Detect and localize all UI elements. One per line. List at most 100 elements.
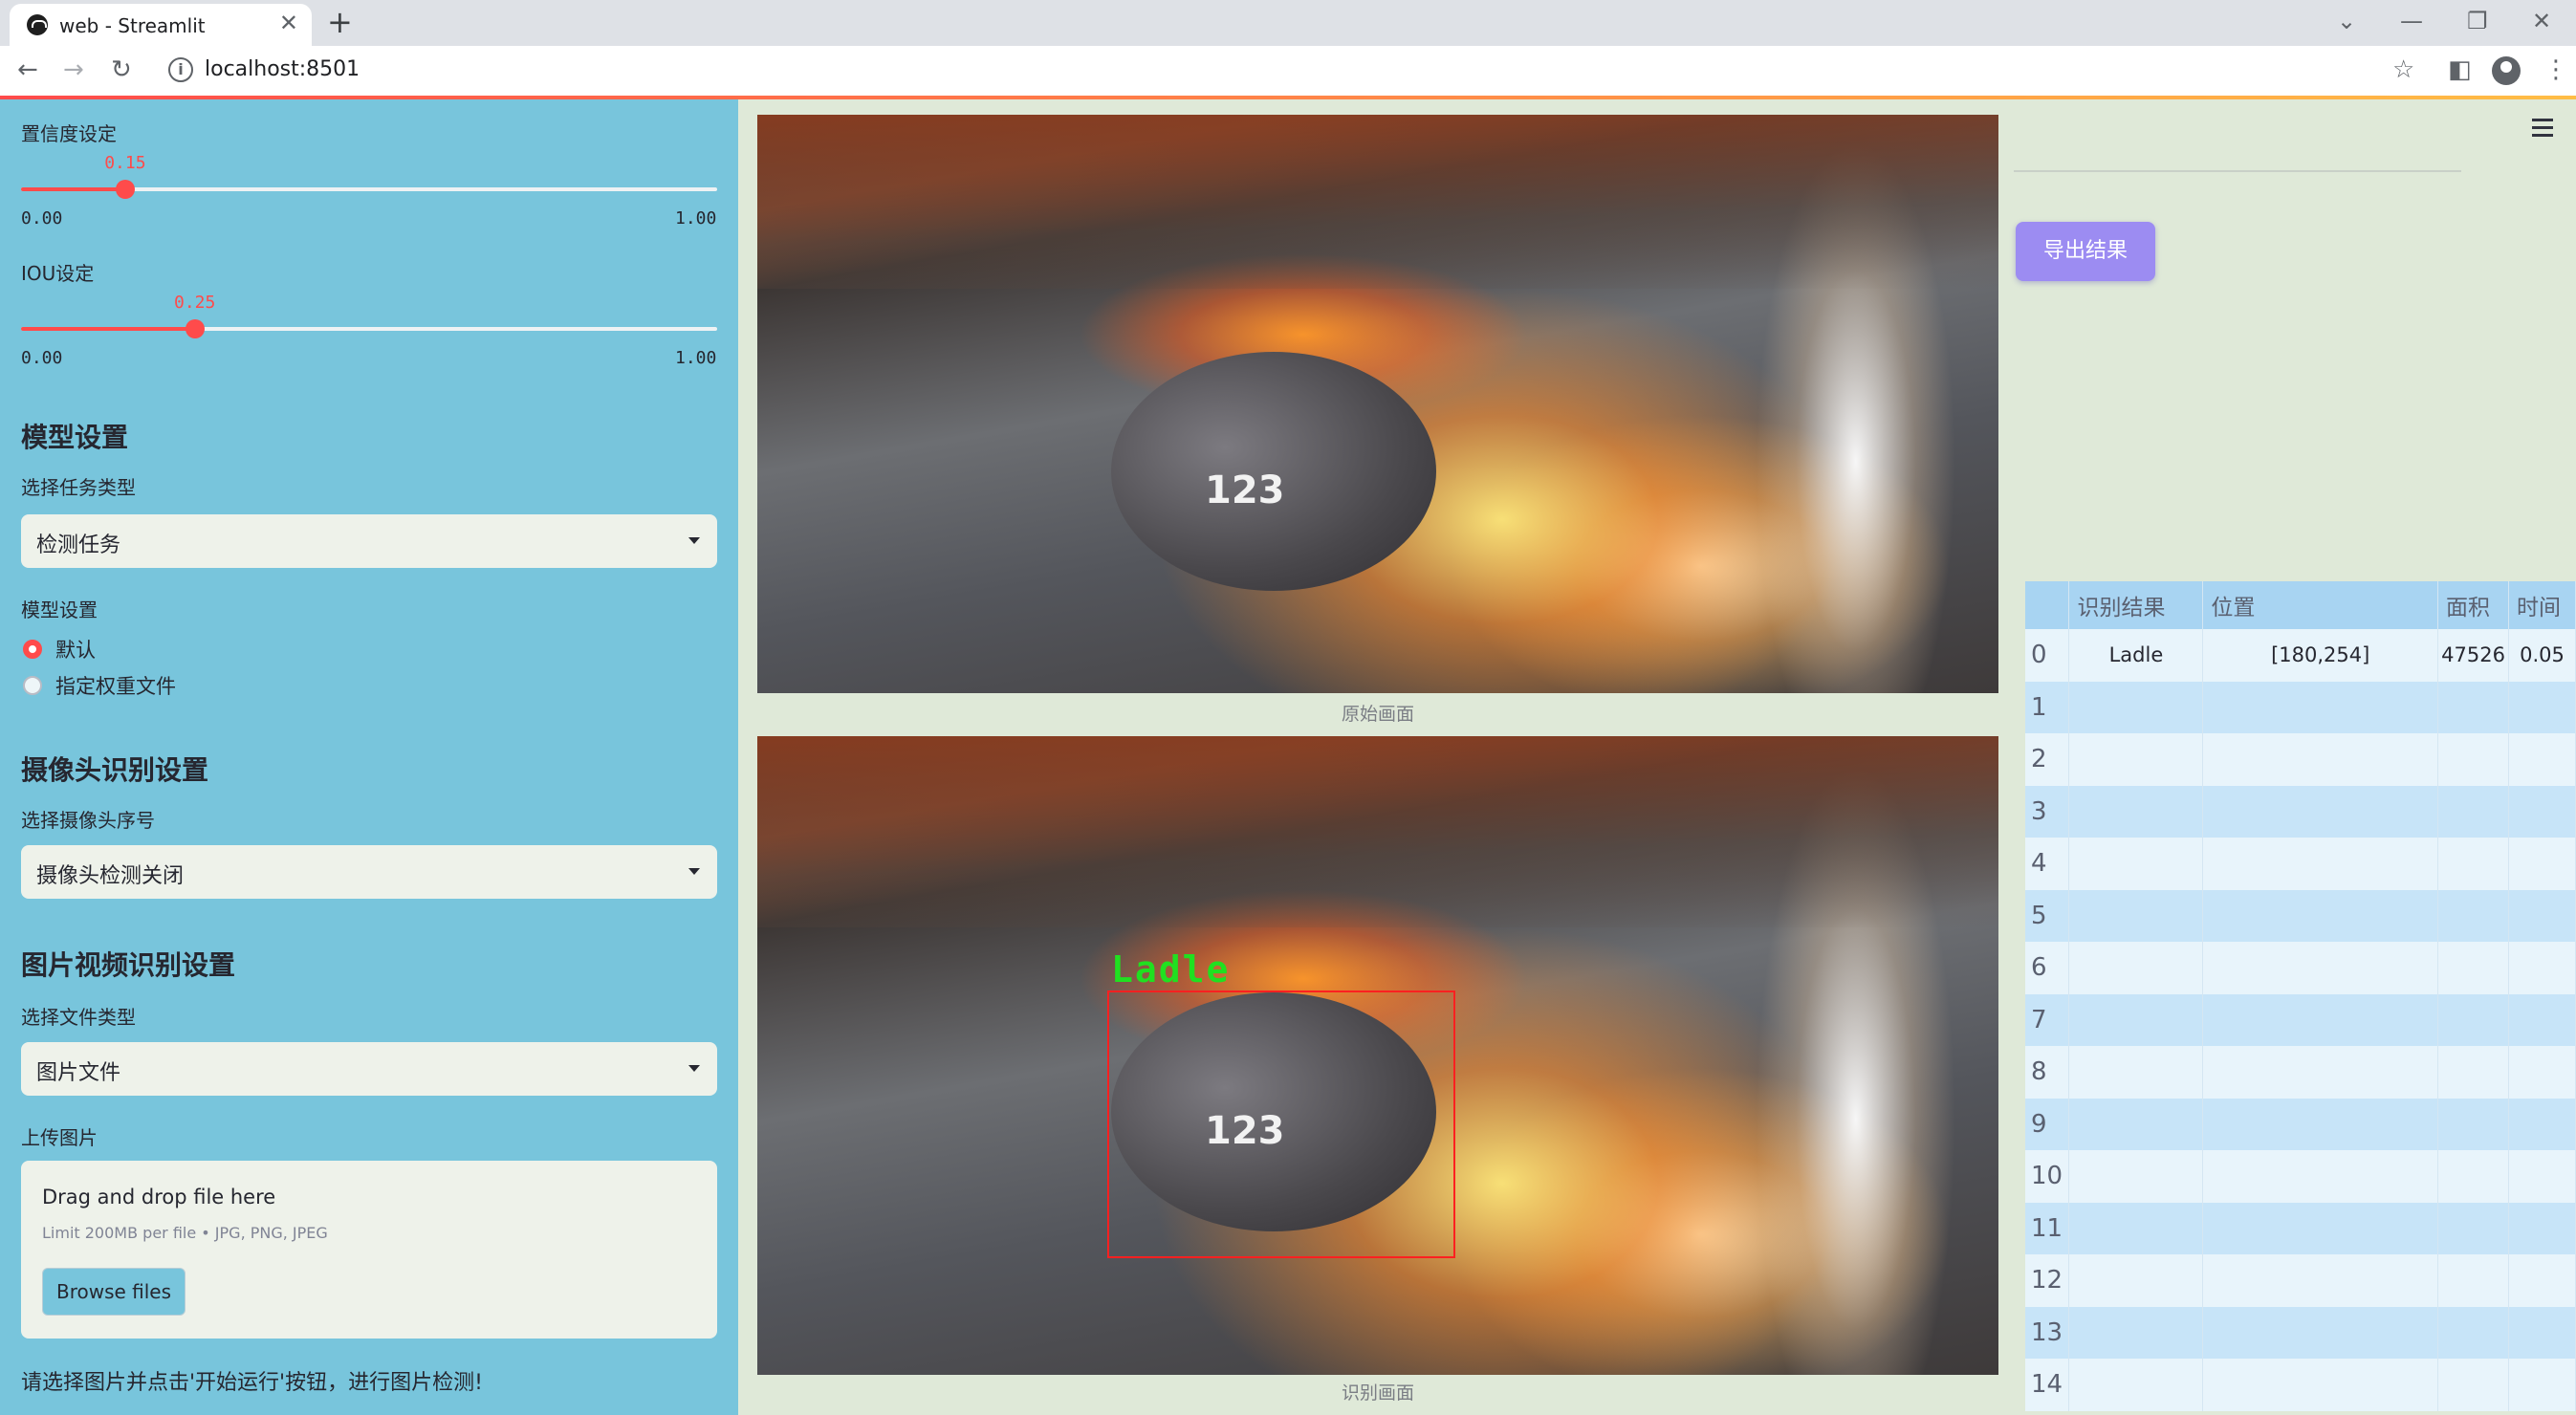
- column-header-area[interactable]: 面积: [2437, 581, 2510, 629]
- file-type-select[interactable]: 图片文件: [21, 1042, 717, 1096]
- cell-position[interactable]: [2202, 1046, 2439, 1099]
- cell-area[interactable]: [2437, 785, 2510, 838]
- cell-result[interactable]: [2068, 1254, 2204, 1307]
- export-results-button[interactable]: 导出结果: [2016, 222, 2155, 281]
- window-close-icon[interactable]: ✕: [2532, 8, 2551, 34]
- minimize-icon[interactable]: —: [2400, 8, 2423, 34]
- file-uploader-dropzone[interactable]: Drag and drop file here Limit 200MB per …: [21, 1161, 717, 1339]
- cell-result[interactable]: [2068, 1150, 2204, 1203]
- cell-position[interactable]: [2202, 889, 2439, 942]
- cell-result[interactable]: [2068, 942, 2204, 994]
- cell-position[interactable]: [180,254]: [2202, 629, 2439, 682]
- cell-index[interactable]: 12: [2025, 1254, 2070, 1307]
- cell-time[interactable]: [2508, 1202, 2576, 1254]
- cell-area[interactable]: [2437, 1046, 2510, 1099]
- cell-index[interactable]: 1: [2025, 681, 2070, 733]
- cell-time[interactable]: [2508, 785, 2576, 838]
- new-tab-icon[interactable]: +: [327, 5, 353, 39]
- radio-unselected-icon[interactable]: [23, 676, 42, 695]
- cell-index[interactable]: 6: [2025, 942, 2070, 994]
- cell-area[interactable]: [2437, 1359, 2510, 1411]
- cell-result[interactable]: [2068, 1306, 2204, 1359]
- cell-position[interactable]: [2202, 1098, 2439, 1150]
- browser-tab[interactable]: web - Streamlit ✕: [10, 4, 312, 46]
- confidence-slider[interactable]: [21, 180, 717, 199]
- table-row[interactable]: 12: [2025, 1254, 2576, 1307]
- table-row[interactable]: 6: [2025, 942, 2576, 994]
- tab-close-icon[interactable]: ✕: [279, 11, 298, 34]
- table-row[interactable]: 3: [2025, 785, 2576, 838]
- cell-result[interactable]: [2068, 681, 2204, 733]
- cell-index[interactable]: 10: [2025, 1150, 2070, 1203]
- cell-time[interactable]: [2508, 1306, 2576, 1359]
- cell-area[interactable]: 47526: [2437, 629, 2510, 682]
- table-row[interactable]: 10: [2025, 1150, 2576, 1203]
- cell-position[interactable]: [2202, 993, 2439, 1046]
- cell-area[interactable]: [2437, 942, 2510, 994]
- cell-area[interactable]: [2437, 681, 2510, 733]
- cell-index[interactable]: 11: [2025, 1202, 2070, 1254]
- column-header-position[interactable]: 位置: [2202, 581, 2439, 629]
- cell-result[interactable]: [2068, 733, 2204, 786]
- browser-menu-icon[interactable]: ⋮: [2543, 55, 2568, 84]
- cell-time[interactable]: [2508, 1046, 2576, 1099]
- cell-index[interactable]: 9: [2025, 1098, 2070, 1150]
- cell-result[interactable]: [2068, 838, 2204, 890]
- back-icon[interactable]: ←: [17, 55, 38, 84]
- table-row[interactable]: 8: [2025, 1046, 2576, 1099]
- cell-result[interactable]: [2068, 1359, 2204, 1411]
- site-info-icon[interactable]: i: [168, 57, 193, 82]
- side-panel-icon[interactable]: ◧: [2448, 55, 2472, 84]
- reload-icon[interactable]: ↻: [111, 55, 132, 84]
- cell-position[interactable]: [2202, 733, 2439, 786]
- cell-area[interactable]: [2437, 1254, 2510, 1307]
- cell-area[interactable]: [2437, 1202, 2510, 1254]
- radio-selected-icon[interactable]: [23, 640, 42, 659]
- camera-index-select[interactable]: 摄像头检测关闭: [21, 845, 717, 899]
- bookmark-star-icon[interactable]: ☆: [2392, 55, 2414, 84]
- cell-area[interactable]: [2437, 889, 2510, 942]
- table-row[interactable]: 14: [2025, 1359, 2576, 1411]
- cell-area[interactable]: [2437, 1098, 2510, 1150]
- table-row[interactable]: 4: [2025, 838, 2576, 890]
- cell-time[interactable]: [2508, 1098, 2576, 1150]
- cell-position[interactable]: [2202, 1202, 2439, 1254]
- cell-index[interactable]: 2: [2025, 733, 2070, 786]
- cell-area[interactable]: [2437, 838, 2510, 890]
- cell-result[interactable]: Ladle: [2068, 629, 2204, 682]
- cell-time[interactable]: [2508, 942, 2576, 994]
- cell-index[interactable]: 4: [2025, 838, 2070, 890]
- cell-position[interactable]: [2202, 681, 2439, 733]
- cell-area[interactable]: [2437, 1150, 2510, 1203]
- cell-result[interactable]: [2068, 785, 2204, 838]
- results-table[interactable]: 识别结果 位置 面积 时间 0 Ladle [180,254] 47526 0.05 1 2…: [2025, 581, 2576, 1415]
- cell-time[interactable]: [2508, 838, 2576, 890]
- browse-files-button[interactable]: Browse files: [42, 1268, 186, 1316]
- cell-position[interactable]: [2202, 1306, 2439, 1359]
- confidence-slider-thumb[interactable]: [116, 180, 136, 199]
- table-row[interactable]: 5: [2025, 889, 2576, 942]
- table-row[interactable]: 0 Ladle [180,254] 47526 0.05: [2025, 629, 2576, 682]
- iou-slider-thumb[interactable]: [186, 319, 205, 338]
- cell-time[interactable]: [2508, 1254, 2576, 1307]
- cell-time[interactable]: [2508, 681, 2576, 733]
- cell-index[interactable]: 8: [2025, 1046, 2070, 1099]
- cell-position[interactable]: [2202, 838, 2439, 890]
- forward-icon[interactable]: →: [63, 55, 84, 84]
- table-row[interactable]: 13: [2025, 1306, 2576, 1359]
- task-type-select[interactable]: 检测任务: [21, 514, 717, 568]
- cell-position[interactable]: [2202, 1254, 2439, 1307]
- column-header-time[interactable]: 时间: [2508, 581, 2576, 629]
- cell-time[interactable]: 0.05: [2508, 629, 2576, 682]
- column-header-result[interactable]: 识别结果: [2068, 581, 2204, 629]
- cell-index[interactable]: 13: [2025, 1306, 2070, 1359]
- cell-result[interactable]: [2068, 1098, 2204, 1150]
- address-bar[interactable]: localhost:8501: [205, 57, 360, 81]
- iou-slider[interactable]: [21, 319, 717, 338]
- table-row[interactable]: 11: [2025, 1202, 2576, 1254]
- cell-result[interactable]: [2068, 993, 2204, 1046]
- table-row[interactable]: 7: [2025, 993, 2576, 1046]
- cell-index[interactable]: 14: [2025, 1359, 2070, 1411]
- cell-area[interactable]: [2437, 993, 2510, 1046]
- cell-time[interactable]: [2508, 993, 2576, 1046]
